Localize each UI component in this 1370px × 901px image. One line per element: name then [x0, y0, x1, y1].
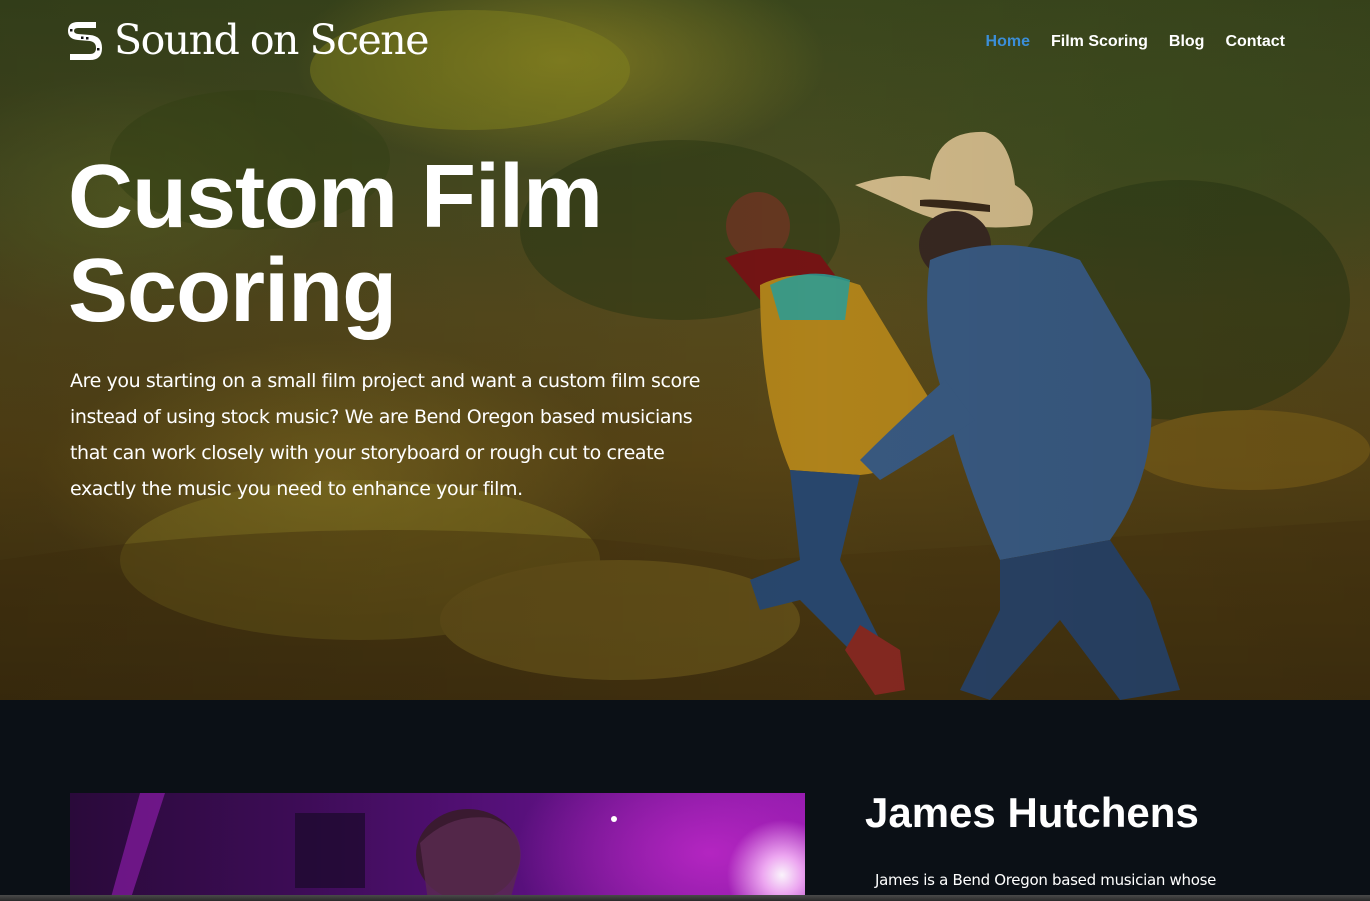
nav-item-home[interactable]: Home: [986, 32, 1030, 52]
film-strip-s-icon: [68, 22, 102, 60]
brand-logo[interactable]: Sound on Scene: [66, 16, 429, 64]
nav-item-blog[interactable]: Blog: [1169, 32, 1205, 52]
musician-name: James Hutchens: [865, 789, 1199, 836]
hero-description: Are you starting on a small film project…: [70, 370, 700, 500]
nav-item-contact[interactable]: Contact: [1225, 32, 1285, 52]
musician-photo: [70, 793, 805, 901]
concert-image: [110, 793, 617, 901]
hero-section: Sound on Scene Home Film Scoring Blog Co…: [0, 0, 1370, 700]
horizontal-scrollbar[interactable]: [0, 895, 1370, 901]
brand-name: Sound on Scene: [114, 16, 429, 64]
musician-bio: James is a Bend Oregon based musician wh…: [875, 871, 1217, 889]
hero-overlay: [0, 0, 1370, 700]
nav-item-film-scoring[interactable]: Film Scoring: [1051, 32, 1148, 52]
hero-title: Custom Film Scoring: [68, 147, 603, 341]
main-nav: Home Film Scoring Blog Contact: [986, 32, 1285, 52]
